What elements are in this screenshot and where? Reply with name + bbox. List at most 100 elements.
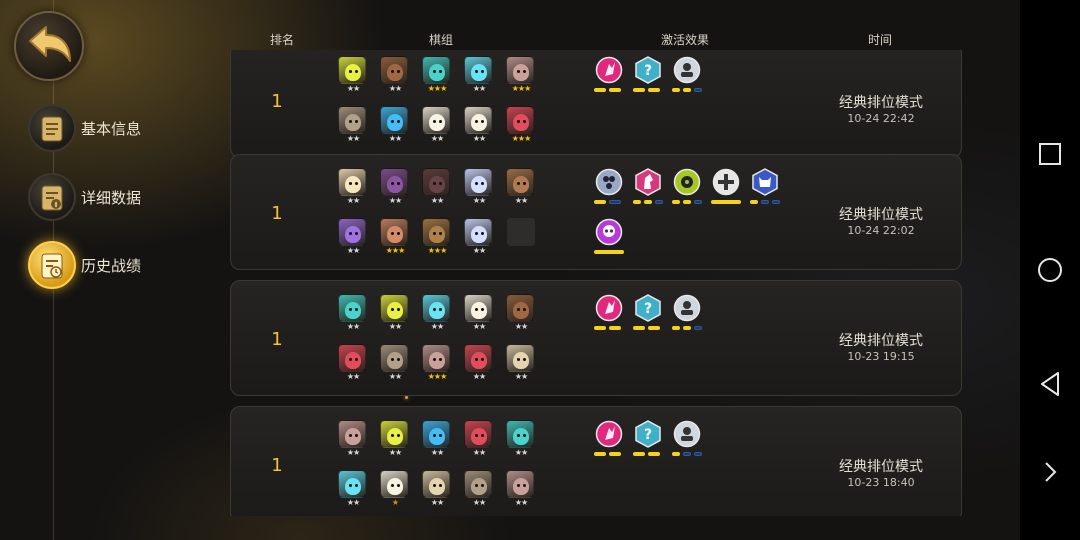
- match-row[interactable]: 1 ★★ ★★ ★★ ★★ ★★ ★★ ★★★ ★★★ ★★ 经典排位模式 10-24 22:02: [230, 154, 962, 270]
- level-bar-empty: [772, 200, 780, 204]
- unit-star-rating: ★★: [388, 134, 402, 143]
- unit-star-rating: ★★: [472, 134, 486, 143]
- info-document-icon: [28, 173, 76, 221]
- unit-card[interactable]: ★★: [338, 106, 368, 146]
- unit-star-rating: ★★: [388, 84, 402, 93]
- level-bar-empty: [694, 200, 702, 204]
- cyan-goggles-portrait: [422, 294, 450, 322]
- synergy-trait[interactable]: ?: [631, 294, 665, 338]
- back-button[interactable]: [14, 11, 84, 81]
- unit-card[interactable]: ★★: [464, 56, 494, 96]
- synergy-level-bars: [670, 88, 710, 92]
- unit-card[interactable]: ★★: [422, 420, 452, 460]
- synergy-level-bars: [670, 452, 710, 456]
- unit-star-rating: ★★: [472, 196, 486, 205]
- unit-card[interactable]: ★★: [464, 420, 494, 460]
- unit-star-rating: ★★: [430, 448, 444, 457]
- unit-card[interactable]: ★★: [422, 470, 452, 510]
- unit-card[interactable]: ★: [380, 470, 410, 510]
- unit-card[interactable]: ★★: [464, 218, 494, 258]
- unit-card[interactable]: ★★: [506, 294, 536, 334]
- synergy-trait[interactable]: [592, 218, 626, 262]
- triangle-back-icon[interactable]: [1035, 369, 1065, 399]
- synergy-trait[interactable]: [670, 294, 704, 338]
- pink-fist-icon: [595, 56, 623, 84]
- level-bar-filled: [648, 326, 660, 330]
- unit-card[interactable]: ★★: [464, 294, 494, 334]
- bearded-hero-portrait: [506, 168, 534, 196]
- unit-card[interactable]: ★★: [338, 420, 368, 460]
- unit-card[interactable]: ★★: [464, 470, 494, 510]
- unit-card[interactable]: ★★: [338, 56, 368, 96]
- circle-home-icon[interactable]: [1035, 255, 1065, 285]
- square-recents-icon[interactable]: [1035, 139, 1065, 169]
- unit-card[interactable]: ★★: [338, 168, 368, 208]
- level-bar-filled: [594, 88, 606, 92]
- unit-card[interactable]: ★★: [380, 106, 410, 146]
- synergy-trait[interactable]: [709, 168, 743, 212]
- unit-card[interactable]: ★★: [380, 294, 410, 334]
- synergy-trait[interactable]: [592, 294, 626, 338]
- synergy-trait[interactable]: [631, 168, 665, 212]
- unit-card[interactable]: ★★: [380, 56, 410, 96]
- unit-card[interactable]: ★★★: [422, 218, 452, 258]
- unit-card[interactable]: ★★: [338, 294, 368, 334]
- unit-card[interactable]: ★★★: [422, 344, 452, 384]
- unit-card[interactable]: ★★: [422, 168, 452, 208]
- white-sage-portrait: [380, 470, 408, 498]
- unit-card[interactable]: ★★★: [506, 106, 536, 146]
- document-icon: [28, 104, 76, 152]
- header-time: 时间: [868, 33, 893, 47]
- unit-card[interactable]: ★★: [506, 344, 536, 384]
- level-bar-filled: [633, 452, 645, 456]
- unit-card[interactable]: ★★★: [506, 56, 536, 96]
- synergy-trait[interactable]: [592, 168, 626, 212]
- horned-beast-portrait: [380, 344, 408, 372]
- yellow-creature-portrait: [338, 56, 366, 84]
- match-timestamp: 10-23 19:15: [847, 350, 915, 363]
- unit-card[interactable]: ★★: [464, 168, 494, 208]
- level-bar-filled: [683, 88, 691, 92]
- unit-star-rating: ★★: [472, 84, 486, 93]
- synergy-trait[interactable]: [592, 420, 626, 464]
- unit-card[interactable]: ★★: [338, 470, 368, 510]
- match-row[interactable]: 1 ★★ ★★ ★★ ★★ ★★ ★★ ★ ★★ ★★ ★★? 经典排位模式 10-23 18:40: [230, 406, 962, 516]
- robot-icon: [673, 294, 701, 322]
- unit-card[interactable]: ★★★: [380, 218, 410, 258]
- nav-basic-info[interactable]: 基本信息: [28, 104, 218, 156]
- nav-detail-data-label: 详细数据: [81, 189, 142, 207]
- unit-card[interactable]: ★★: [422, 106, 452, 146]
- synergy-trait[interactable]: [592, 56, 626, 100]
- nav-match-history[interactable]: 历史战绩: [28, 241, 218, 293]
- unit-card[interactable]: ★★: [338, 218, 368, 258]
- level-bar-filled: [672, 326, 680, 330]
- match-row[interactable]: 1 ★★ ★★ ★★★ ★★ ★★★ ★★ ★★ ★★ ★★ ★★★? 经典排位模式 10-24 22:…: [230, 50, 962, 158]
- level-bar-filled: [633, 326, 645, 330]
- unit-card[interactable]: ★★★: [422, 56, 452, 96]
- synergy-trait[interactable]: [748, 168, 782, 212]
- synergy-trait[interactable]: ?: [631, 56, 665, 100]
- unit-card[interactable]: ★★: [506, 470, 536, 510]
- unit-card[interactable]: ★★: [464, 106, 494, 146]
- unit-card[interactable]: ★★: [506, 168, 536, 208]
- nav-detail-data[interactable]: 详细数据: [28, 173, 218, 225]
- unit-star-rating: ★★: [346, 498, 360, 507]
- synergy-trait[interactable]: [670, 168, 704, 212]
- synergy-trait[interactable]: ?: [631, 420, 665, 464]
- match-history-list[interactable]: 1 ★★ ★★ ★★★ ★★ ★★★ ★★ ★★ ★★ ★★ ★★★? 经典排位模式 10-24 22:…: [230, 50, 964, 516]
- match-row[interactable]: 1 ★★ ★★ ★★ ★★ ★★ ★★ ★★ ★★★ ★★ ★★? 经典排位模式 10-23 19:15: [230, 280, 962, 396]
- unit-card[interactable]: ★★: [506, 420, 536, 460]
- unit-card[interactable]: ★★: [338, 344, 368, 384]
- unit-card[interactable]: ★★: [464, 344, 494, 384]
- brown-warrior-portrait: [380, 56, 408, 84]
- red-demon-portrait: [464, 344, 492, 372]
- unit-card[interactable]: ★★: [422, 294, 452, 334]
- level-bar-empty: [694, 88, 702, 92]
- unit-card[interactable]: ★★: [380, 420, 410, 460]
- synergy-trait[interactable]: [670, 420, 704, 464]
- chevron-right-icon[interactable]: [1035, 457, 1065, 487]
- unit-card[interactable]: ★★: [380, 344, 410, 384]
- mystery-hex-icon: ?: [634, 56, 662, 84]
- unit-card[interactable]: ★★: [380, 168, 410, 208]
- synergy-trait[interactable]: [670, 56, 704, 100]
